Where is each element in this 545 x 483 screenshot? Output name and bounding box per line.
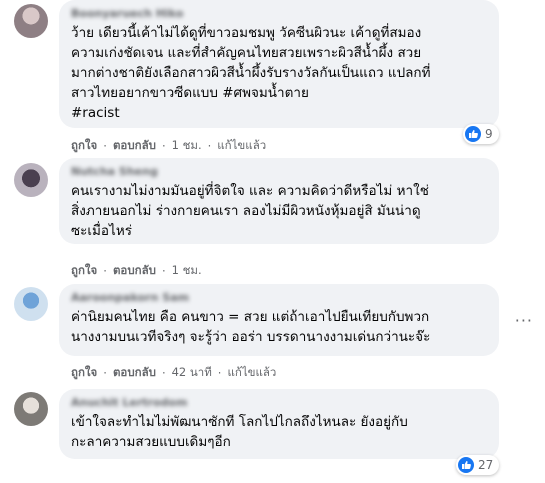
separator-dot: · (161, 264, 166, 278)
comment-author[interactable]: Anuchit Lertrodom (71, 395, 487, 410)
like-link[interactable]: ถูกใจ (71, 137, 97, 155)
like-icon (458, 457, 474, 473)
reaction-count-text: 9 (485, 127, 493, 141)
comment-actions: ถูกใจ · ตอบกลับ · 1 ชม. · แก้ไขแล้ว (71, 137, 266, 155)
comment-timestamp[interactable]: 1 ชม. (172, 262, 202, 280)
comment-text: คนเรางามไม่งามมันอยู่ที่จิตใจ และ ความคิ… (71, 183, 429, 239)
comment-bubble: Aaroonpakorn Sam ค่านิยมคนไทย คือ คนขาว … (59, 284, 499, 356)
reaction-count[interactable]: 9 (463, 124, 499, 144)
comment-text: ว้าย เดียวนี้เค้าไม่ได้ดูที่ขาวอมชมพู วั… (71, 25, 431, 121)
comment-bubble: Nutcha Sheng คนเรางามไม่งามมันอยู่ที่จิต… (59, 158, 499, 244)
comment-bubble: Anuchit Lertrodom เข้าใจละทำไมไม่พัฒนาซั… (59, 389, 499, 459)
like-icon (465, 126, 481, 142)
like-link[interactable]: ถูกใจ (71, 262, 97, 280)
reply-link[interactable]: ตอบกลับ (113, 262, 156, 280)
edited-label[interactable]: แก้ไขแล้ว (227, 364, 276, 382)
comment-actions: ถูกใจ · ตอบกลับ · 42 นาที · แก้ไขแล้ว (71, 364, 276, 382)
separator-dot: · (103, 139, 107, 153)
avatar[interactable] (14, 4, 48, 38)
separator-dot: · (161, 139, 166, 153)
separator-dot: · (103, 366, 107, 380)
comment-text: เข้าใจละทำไมไม่พัฒนาซักที โลกไปไกลถึงไหน… (71, 414, 408, 450)
avatar[interactable] (14, 287, 48, 321)
avatar[interactable] (14, 392, 48, 426)
comment-bubble: Boonyaruech Hiko ว้าย เดียวนี้เค้าไม่ได้… (59, 0, 499, 128)
comment-actions: ถูกใจ · ตอบกลับ · 1 ชม. (71, 262, 202, 280)
comment-author[interactable]: Boonyaruech Hiko (71, 6, 487, 21)
comment-timestamp[interactable]: 1 ชม. (172, 137, 202, 155)
reply-link[interactable]: ตอบกลับ (113, 364, 156, 382)
reply-link[interactable]: ตอบกลับ (113, 137, 156, 155)
separator-dot: · (103, 264, 107, 278)
reaction-count[interactable]: 27 (456, 455, 500, 475)
comment-timestamp[interactable]: 42 นาที (172, 364, 212, 382)
separator-dot: · (207, 139, 212, 153)
separator-dot: · (217, 366, 222, 380)
comment-author[interactable]: Aaroonpakorn Sam (71, 290, 487, 305)
more-options-icon[interactable]: ··· (515, 311, 533, 330)
separator-dot: · (161, 366, 166, 380)
edited-label[interactable]: แก้ไขแล้ว (217, 137, 266, 155)
comment-author[interactable]: Nutcha Sheng (71, 164, 487, 179)
avatar[interactable] (14, 163, 48, 197)
like-link[interactable]: ถูกใจ (71, 364, 97, 382)
comment-text: ค่านิยมคนไทย คือ คนขาว = สวย แต่ถ้าเอาไป… (71, 309, 431, 345)
reaction-count-text: 27 (478, 458, 494, 472)
